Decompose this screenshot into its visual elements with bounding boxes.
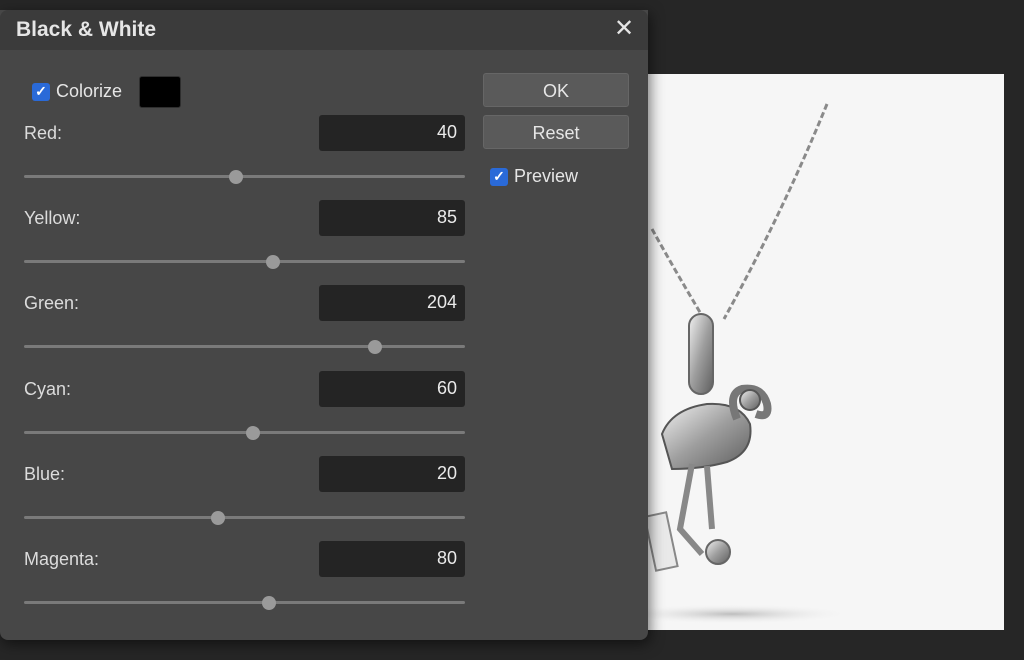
channel-row-magenta: Magenta: 80 <box>24 541 465 631</box>
blue-slider[interactable] <box>24 510 465 525</box>
checkmark-icon[interactable]: ✓ <box>32 82 50 101</box>
pendant-illustration <box>632 103 852 624</box>
channel-row-blue: Blue: 20 <box>24 455 465 546</box>
pendant-image <box>632 74 1004 630</box>
cyan-slider-track[interactable] <box>24 430 465 434</box>
reset-button[interactable]: Reset <box>483 115 629 149</box>
preview-label: Preview <box>514 166 579 186</box>
colorize-label: Colorize <box>56 81 123 101</box>
blue-slider-track[interactable] <box>24 515 465 519</box>
red-slider[interactable] <box>24 170 465 184</box>
magenta-label: Magenta: <box>24 549 100 569</box>
magenta-value-input[interactable]: 80 <box>319 541 465 577</box>
green-value-input[interactable]: 204 <box>319 285 465 322</box>
yellow-label: Yellow: <box>24 208 81 229</box>
yellow-slider-track[interactable] <box>24 260 465 264</box>
checkmark-icon[interactable]: ✓ <box>490 167 508 186</box>
magenta-slider[interactable] <box>24 596 465 610</box>
green-label: Green: <box>24 293 80 314</box>
black-white-dialog: Black & White ✕ ✓ Colorize OK Reset ✓ Pr… <box>0 10 648 640</box>
cyan-label: Cyan: <box>24 378 72 399</box>
blue-value-input[interactable]: 20 <box>319 455 465 492</box>
red-slider-track[interactable] <box>24 175 465 178</box>
preview-checkbox[interactable]: ✓ Preview <box>490 166 578 187</box>
cyan-value-input[interactable]: 60 <box>319 370 465 407</box>
red-label: Red: <box>24 123 63 143</box>
cyan-slider-thumb[interactable] <box>246 425 261 440</box>
channel-row-yellow: Yellow: 85 <box>24 200 465 290</box>
green-slider-thumb[interactable] <box>367 340 382 355</box>
ok-button[interactable]: OK <box>483 73 629 107</box>
colorize-checkbox[interactable]: ✓ Colorize <box>32 81 122 102</box>
red-slider-thumb[interactable] <box>228 170 243 184</box>
dialog-title: Black & White <box>16 18 157 41</box>
channel-row-green: Green: 204 <box>24 285 465 375</box>
colorize-color-swatch[interactable] <box>139 76 181 108</box>
yellow-slider-thumb[interactable] <box>266 255 281 270</box>
blue-label: Blue: <box>24 463 66 484</box>
magenta-slider-track[interactable] <box>24 601 465 604</box>
magenta-slider-thumb[interactable] <box>261 596 276 610</box>
close-icon[interactable]: ✕ <box>612 16 636 42</box>
dialog-titlebar[interactable]: Black & White ✕ <box>0 10 648 50</box>
yellow-slider[interactable] <box>24 255 465 270</box>
blue-slider-thumb[interactable] <box>211 510 226 525</box>
cyan-slider[interactable] <box>24 425 465 440</box>
green-slider-track[interactable] <box>24 345 465 349</box>
channel-row-red: Red: 40 <box>24 115 465 205</box>
green-slider[interactable] <box>24 340 465 355</box>
yellow-value-input[interactable]: 85 <box>319 200 465 237</box>
channel-row-cyan: Cyan: 60 <box>24 370 465 461</box>
red-value-input[interactable]: 40 <box>319 115 465 151</box>
